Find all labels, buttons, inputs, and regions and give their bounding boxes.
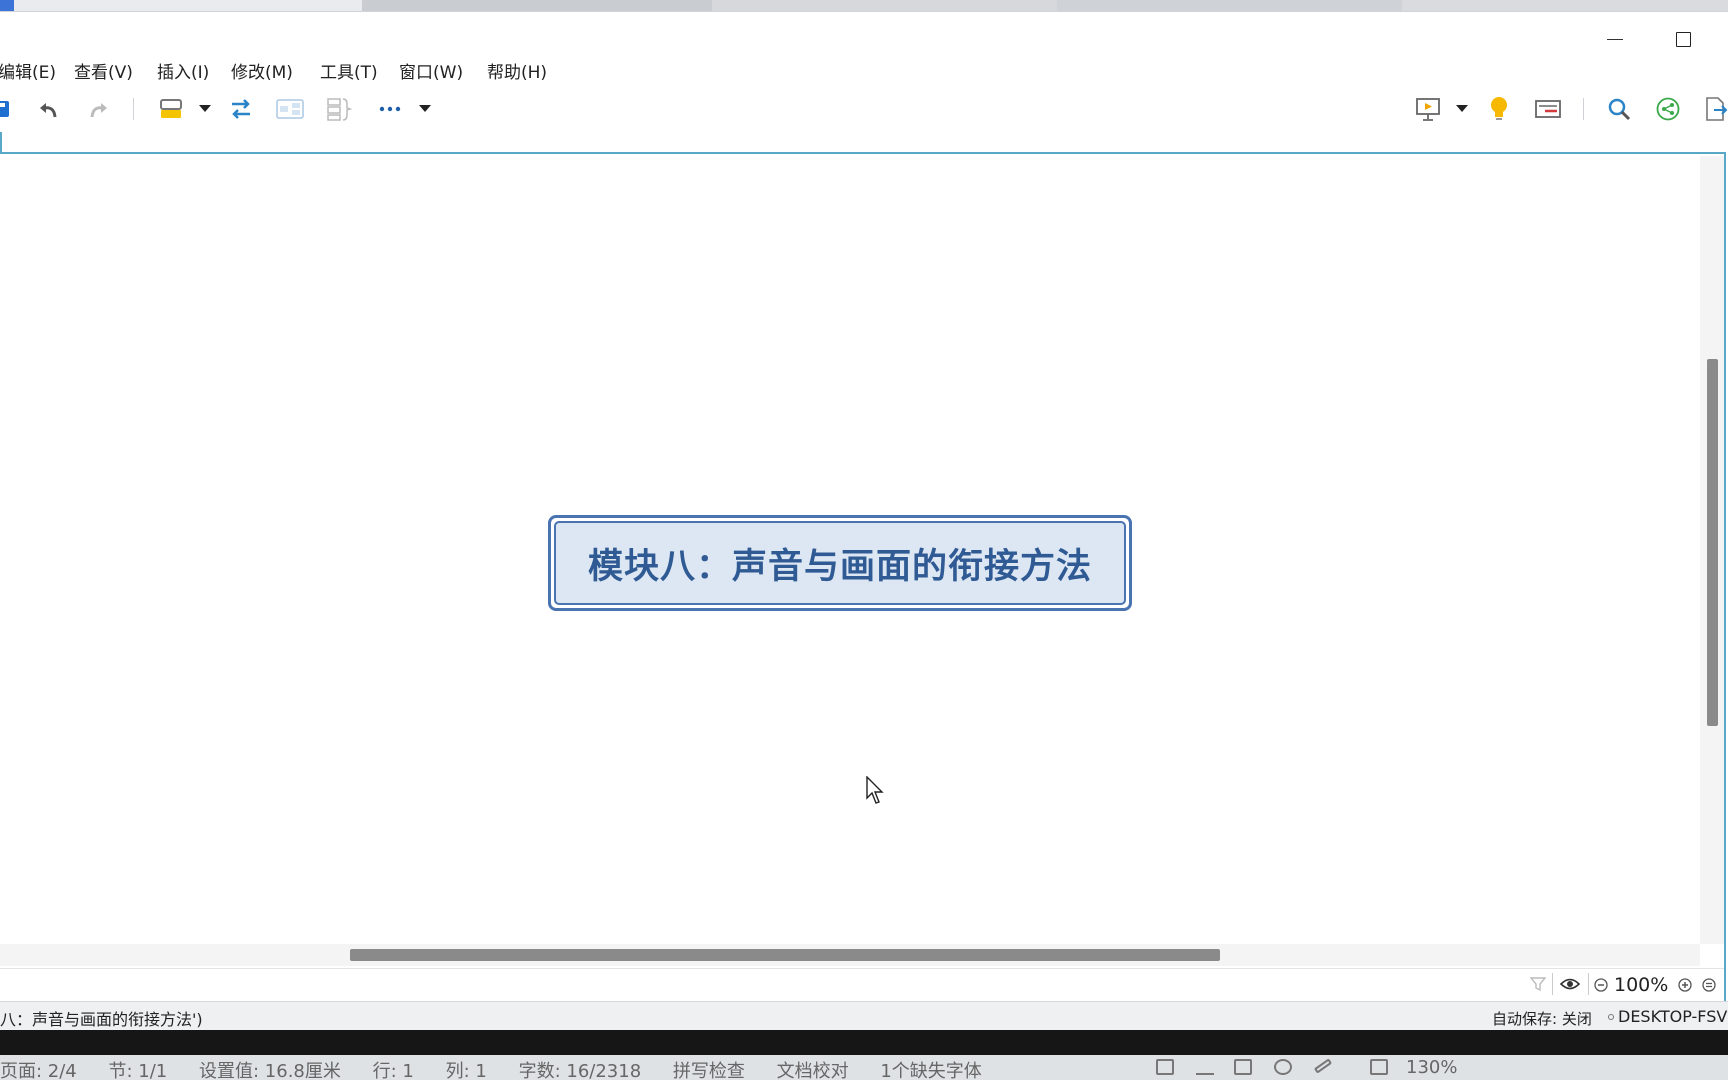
relationship-button[interactable] <box>228 96 254 122</box>
search-icon <box>1608 98 1631 121</box>
minimize-icon <box>1607 38 1623 40</box>
summary-button[interactable] <box>326 96 352 122</box>
boundary-button[interactable] <box>276 96 304 122</box>
undo-button[interactable] <box>36 96 62 122</box>
user-status-icon <box>1608 1014 1614 1020</box>
view-controls-bar: 100% <box>0 968 1724 1001</box>
relationship-icon <box>232 99 250 119</box>
maximize-button[interactable] <box>1660 24 1706 54</box>
horizontal-scrollbar-thumb[interactable] <box>350 949 1220 961</box>
presentation-icon <box>1416 98 1440 121</box>
share-icon <box>1656 97 1680 121</box>
zoom-out-icon[interactable] <box>1594 978 1608 992</box>
menu-tools[interactable]: 工具(T) <box>320 58 378 83</box>
export-button[interactable] <box>1704 96 1728 122</box>
word-status-items: 页面: 2/4 节: 1/1 设置值: 16.8厘米 行: 1 列: 1 字数:… <box>0 1057 1008 1080</box>
divider <box>1588 973 1589 995</box>
menu-help[interactable]: 帮助(H) <box>487 58 547 83</box>
toolbar-separator <box>1583 98 1584 120</box>
insert-topic-dropdown[interactable] <box>198 96 212 122</box>
window-tab[interactable] <box>14 0 362 11</box>
search-button[interactable] <box>1606 96 1632 122</box>
properties-button[interactable] <box>1534 96 1562 122</box>
eye-icon[interactable] <box>1560 977 1580 991</box>
window-tab[interactable] <box>1402 0 1728 11</box>
toolbar <box>0 84 1728 132</box>
fit-page-icon[interactable] <box>1370 1059 1388 1075</box>
idea-button[interactable] <box>1487 96 1511 122</box>
word-zoom-level[interactable]: 130% <box>1406 1057 1457 1078</box>
taskbar <box>0 1030 1728 1055</box>
save-icon <box>0 101 9 117</box>
background-windows-strip <box>0 0 1728 12</box>
page-count[interactable]: 页面: 2/4 <box>0 1061 77 1080</box>
zoom-in-icon[interactable] <box>1678 978 1692 992</box>
status-bar: 八：声音与画面的衔接方法') 自动保存: 关闭 DESKTOP-FSV <box>0 1001 1728 1031</box>
menu-edit[interactable]: 编辑(E) <box>0 58 56 83</box>
window-tab[interactable] <box>1057 0 1402 11</box>
minimize-button[interactable] <box>1592 24 1638 54</box>
share-button[interactable] <box>1655 96 1681 122</box>
redo-button[interactable] <box>85 96 111 122</box>
selection-status: 八：声音与画面的衔接方法') <box>0 1010 203 1029</box>
properties-icon <box>1535 100 1561 118</box>
insert-topic-icon <box>160 99 182 118</box>
dropdown-icon <box>1456 105 1468 112</box>
lightbulb-icon <box>1491 97 1507 120</box>
undo-icon <box>40 103 57 118</box>
autosave-status[interactable]: 自动保存: 关闭 <box>1492 1008 1592 1029</box>
menu-view[interactable]: 查看(V) <box>74 58 133 83</box>
summary-icon <box>327 98 352 121</box>
row-number: 行: 1 <box>372 1061 414 1080</box>
missing-fonts[interactable]: 1个缺失字体 <box>880 1061 981 1080</box>
web-view-icon[interactable] <box>1274 1059 1292 1075</box>
pen-icon[interactable] <box>1313 1058 1333 1074</box>
menu-insert[interactable]: 插入(I) <box>157 58 209 83</box>
central-topic-body: 模块八：声音与画面的衔接方法 <box>554 521 1126 605</box>
vertical-scrollbar-thumb[interactable] <box>1707 359 1718 726</box>
dropdown-icon <box>419 105 431 112</box>
reading-view-icon[interactable] <box>1234 1059 1252 1075</box>
maximize-icon <box>1675 31 1691 47</box>
word-count[interactable]: 字数: 16/2318 <box>519 1061 642 1080</box>
fit-view-icon[interactable] <box>1702 978 1716 992</box>
dropdown-icon <box>199 105 211 112</box>
window-tab[interactable] <box>712 0 1057 11</box>
menu-bar: 编辑(E) 查看(V) 插入(I) 修改(M) 工具(T) 窗口(W) 帮助(H… <box>0 54 1728 84</box>
redo-icon <box>90 103 107 118</box>
document-proofing[interactable]: 文档校对 <box>777 1061 849 1080</box>
divider <box>1552 973 1553 995</box>
more-icon <box>379 106 401 112</box>
sheet-tab-edge <box>0 132 2 152</box>
outline-view-icon[interactable] <box>1196 1059 1214 1075</box>
central-topic[interactable]: 模块八：声音与画面的衔接方法 <box>548 515 1132 611</box>
menu-window[interactable]: 窗口(W) <box>399 58 463 83</box>
setting-value: 设置值: 16.8厘米 <box>199 1061 341 1080</box>
presentation-dropdown[interactable] <box>1455 96 1469 122</box>
print-layout-icon[interactable] <box>1156 1059 1174 1075</box>
zoom-level: 100% <box>1614 974 1669 996</box>
export-icon <box>1706 97 1728 121</box>
window-tab[interactable] <box>0 0 14 11</box>
toolbar-separator <box>133 98 134 120</box>
spell-check[interactable]: 拼写检查 <box>673 1061 745 1080</box>
more-dropdown[interactable] <box>418 96 432 122</box>
column-number: 列: 1 <box>445 1061 487 1080</box>
save-button[interactable] <box>0 96 12 122</box>
filter-icon[interactable] <box>1530 976 1546 992</box>
mouse-cursor <box>866 776 884 804</box>
central-topic-label: 模块八：声音与画面的衔接方法 <box>587 546 1092 587</box>
boundary-icon <box>276 99 304 119</box>
presentation-button[interactable] <box>1414 96 1442 122</box>
computer-name: DESKTOP-FSV <box>1618 1007 1728 1026</box>
title-bar <box>0 12 1728 54</box>
section-count: 节: 1/1 <box>108 1061 168 1080</box>
window-tab[interactable] <box>362 0 712 11</box>
insert-topic-button[interactable] <box>158 96 186 122</box>
more-button[interactable] <box>377 96 403 122</box>
menu-modify[interactable]: 修改(M) <box>231 58 293 83</box>
word-status-bar: 页面: 2/4 节: 1/1 设置值: 16.8厘米 行: 1 列: 1 字数:… <box>0 1055 1728 1080</box>
